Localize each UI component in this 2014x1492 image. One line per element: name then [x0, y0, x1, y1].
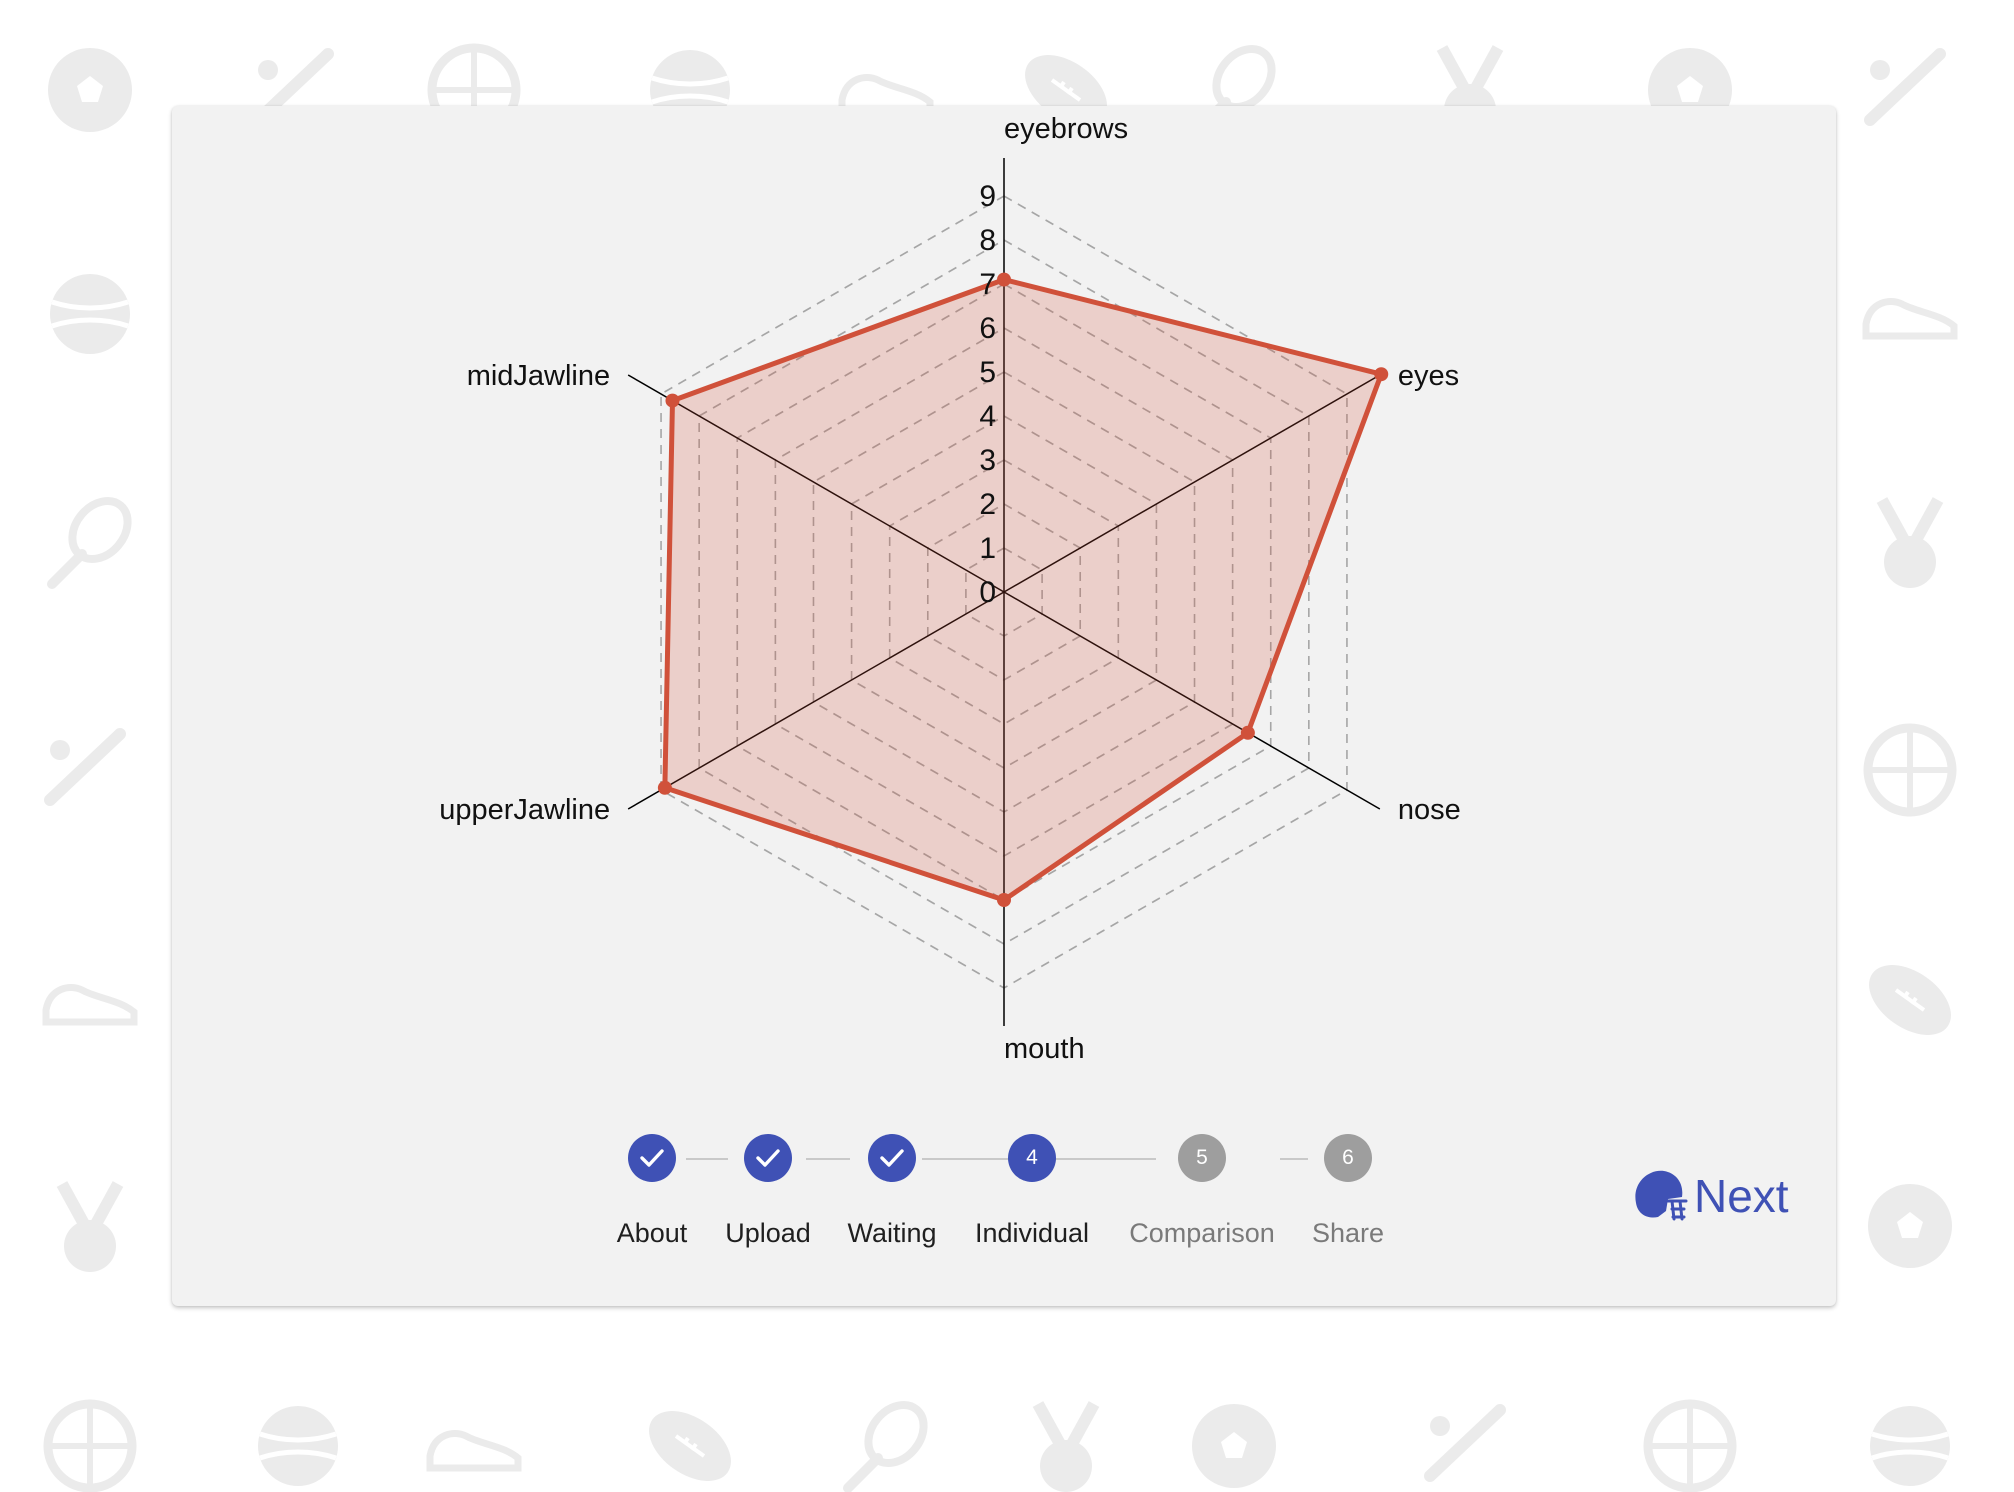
step-number: 5 — [1196, 1146, 1208, 1169]
medal-icon — [56, 1181, 124, 1272]
basketball-icon — [43, 1399, 137, 1492]
check-icon — [880, 1149, 904, 1167]
soccer-ball-icon — [1192, 1404, 1276, 1488]
radar-tick-label: 3 — [979, 444, 996, 477]
radar-tick-label: 1 — [979, 532, 996, 565]
radar-axis-label: nose — [1398, 794, 1461, 826]
tennis-racket-icon — [843, 1401, 928, 1492]
radar-data-point — [1374, 367, 1389, 382]
radar-chart: 0 1 2 3 4 5 6 7 8 9 eyebrows eyes nose mouth upperJawl… — [439, 113, 1461, 1065]
radar-tick-label: 4 — [979, 400, 996, 433]
basketball-icon — [1863, 723, 1957, 817]
step-upload-label[interactable]: Upload — [725, 1218, 811, 1249]
radar-series-area — [662, 277, 1384, 903]
medal-icon — [1876, 497, 1944, 588]
radar-axis-label: eyes — [1398, 360, 1459, 392]
check-icon — [756, 1149, 780, 1167]
radar-data-point — [997, 272, 1011, 287]
soccer-ball-icon — [1868, 1184, 1952, 1268]
radar-axis-label: eyebrows — [1004, 113, 1128, 145]
radar-tick-label: 0 — [979, 576, 996, 609]
step-about-indicator[interactable] — [628, 1134, 676, 1182]
step-share-indicator[interactable]: 6 — [1324, 1134, 1372, 1182]
baseball-bat-icon — [1424, 1404, 1506, 1482]
tennis-ball-icon — [50, 274, 130, 354]
radar-tick-label: 7 — [979, 268, 996, 301]
tennis-ball-icon — [1870, 1406, 1950, 1486]
step-individual-indicator[interactable]: 4 — [1008, 1134, 1056, 1182]
step-waiting-label[interactable]: Waiting — [847, 1218, 936, 1249]
check-icon — [640, 1149, 664, 1167]
baseball-bat-icon — [44, 728, 126, 806]
step-about-label[interactable]: About — [617, 1218, 688, 1249]
radar-tick-label: 2 — [979, 488, 996, 521]
sneaker-icon — [1862, 298, 1958, 340]
tennis-ball-icon — [258, 1406, 338, 1486]
radar-tick-label: 8 — [979, 224, 996, 257]
sneaker-icon — [42, 984, 138, 1026]
american-football-icon — [649, 1411, 731, 1481]
medal-icon — [1032, 1401, 1100, 1492]
step-waiting-indicator[interactable] — [868, 1134, 916, 1182]
sneaker-icon — [426, 1430, 522, 1472]
radar-data-point — [665, 393, 680, 408]
baseball-bat-icon — [1864, 48, 1946, 126]
results-card: 0 1 2 3 4 5 6 7 8 9 eyebrows eyes nose mouth upperJawl… — [172, 106, 1836, 1306]
radar-tick-label: 5 — [979, 356, 996, 389]
next-button-label: Next — [1694, 1170, 1789, 1222]
radar-axis-label: midJawline — [467, 360, 610, 392]
radar-data-point — [657, 780, 672, 795]
basketball-icon — [1643, 1399, 1737, 1492]
radar-tick-label: 6 — [979, 312, 996, 345]
radar-data-point — [997, 893, 1011, 907]
step-individual-label[interactable]: Individual — [975, 1218, 1089, 1249]
football-helmet-icon — [1635, 1170, 1688, 1221]
soccer-ball-icon — [48, 48, 132, 132]
radar-axis-label: upperJawline — [439, 794, 610, 826]
step-number: 6 — [1342, 1146, 1354, 1169]
radar-data-point — [1240, 725, 1255, 740]
step-comparison-indicator[interactable]: 5 — [1178, 1134, 1226, 1182]
radar-axis-label: mouth — [1004, 1033, 1085, 1065]
step-number: 4 — [1026, 1146, 1038, 1169]
step-upload-indicator[interactable] — [744, 1134, 792, 1182]
radar-tick-label: 9 — [979, 180, 996, 213]
step-share-label[interactable]: Share — [1312, 1218, 1384, 1249]
tennis-racket-icon — [47, 497, 132, 589]
next-button[interactable]: Next — [1628, 1164, 1789, 1228]
american-football-icon — [1869, 965, 1951, 1035]
step-comparison-label[interactable]: Comparison — [1129, 1218, 1275, 1249]
